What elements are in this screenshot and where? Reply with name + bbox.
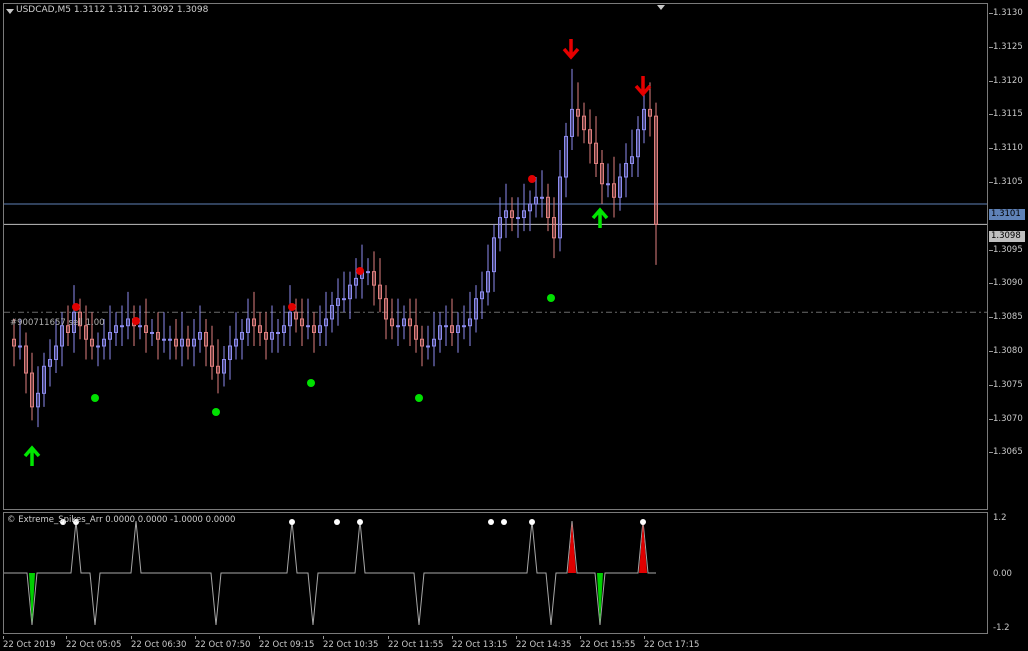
- candle-body: [96, 345, 100, 348]
- indicator-scale[interactable]: 1.2 0.00 -1.2: [989, 512, 1028, 634]
- price-tick-label: 1.3125: [993, 41, 1023, 52]
- symbol-header: USDCAD,M5 1.3112 1.3112 1.3092 1.3098: [16, 5, 209, 15]
- sell-arrow-icon: [634, 76, 652, 97]
- indicator-header: © Extreme_Spikes_Arr 0.0000 0.0000 -1.00…: [7, 515, 236, 525]
- indicator-dot: [529, 519, 535, 525]
- indicator-dot: [640, 519, 646, 525]
- time-tick-mark: [3, 636, 4, 639]
- candle-body: [462, 325, 466, 328]
- indicator-dot: [488, 519, 494, 525]
- buy-dot: [415, 394, 423, 402]
- chart-canvas: [4, 39, 987, 626]
- candle-body: [138, 325, 142, 328]
- candle-body: [162, 338, 166, 341]
- time-tick-mark: [66, 636, 67, 639]
- price-tick-label: 1.3065: [993, 447, 1023, 458]
- price-tick-label: 1.3090: [993, 278, 1023, 289]
- sell-arrow-icon: [562, 39, 580, 60]
- time-tick-mark: [516, 636, 517, 639]
- price-tick-label: 1.3105: [993, 177, 1023, 187]
- buy-dot: [91, 394, 99, 402]
- sell-dot: [288, 303, 296, 311]
- time-label: 22 Oct 15:55: [580, 640, 636, 650]
- price-scale[interactable]: 1.3130 1.3125 1.3120 1.3115 1.3110 1.3105 1.31…: [989, 3, 1028, 510]
- candle-body: [426, 345, 430, 348]
- time-label: 22 Oct 07:50: [195, 640, 251, 650]
- time-tick-mark: [195, 636, 196, 639]
- time-label: 22 Oct 2019: [3, 640, 56, 650]
- price-tick-label: 1.3130: [993, 8, 1023, 18]
- price-tick-label: 1.3120: [993, 75, 1023, 86]
- candle-body: [150, 331, 154, 334]
- price-tick-label: 1.3085: [993, 312, 1023, 323]
- candle-body: [342, 298, 346, 301]
- candle-body: [306, 325, 310, 328]
- time-label: 22 Oct 06:30: [131, 640, 187, 650]
- time-tick-mark: [580, 636, 581, 639]
- chart-shift-marker-icon[interactable]: [657, 5, 665, 10]
- price-tick-label: 1.3070: [993, 413, 1023, 424]
- indicator-line: [4, 520, 656, 626]
- candle-body: [276, 331, 280, 334]
- time-label: 22 Oct 17:15: [644, 640, 700, 650]
- time-tick-mark: [323, 636, 324, 639]
- indicator-tick-label: -1.2: [993, 623, 1010, 633]
- candle-body: [120, 325, 124, 328]
- time-label: 22 Oct 14:35: [516, 640, 572, 650]
- candle-body: [516, 217, 520, 220]
- indicator-dot: [357, 519, 363, 525]
- time-tick-mark: [644, 636, 645, 639]
- price-tick-label: 1.3080: [993, 346, 1023, 356]
- time-label: 22 Oct 11:55: [388, 640, 444, 650]
- candle-body: [540, 196, 544, 199]
- price-tick-label: 1.3110: [993, 143, 1023, 154]
- price-tick-label: 1.3075: [993, 379, 1023, 390]
- candle-body: [606, 183, 610, 186]
- sell-dot: [356, 267, 364, 275]
- order-label: #900711657 sell 1.00: [10, 318, 105, 328]
- time-tick-mark: [452, 636, 453, 639]
- highlight-price-label: 1.3101: [989, 209, 1025, 220]
- indicator-tick-label: 1.2: [993, 513, 1007, 523]
- collapse-triangle-icon[interactable]: [6, 9, 14, 14]
- candle-body: [168, 338, 172, 341]
- indicator-dot: [289, 519, 295, 525]
- candle-body: [444, 325, 448, 328]
- time-label: 22 Oct 10:35: [323, 640, 379, 650]
- sell-dot: [528, 175, 536, 183]
- time-tick-mark: [388, 636, 389, 639]
- current-price-label: 1.3098: [989, 231, 1025, 242]
- candle-body: [18, 345, 22, 348]
- buy-arrow-icon: [591, 207, 609, 228]
- time-label: 22 Oct 05:05: [66, 640, 122, 650]
- indicator-dot: [334, 519, 340, 525]
- time-tick-mark: [131, 636, 132, 639]
- time-axis[interactable]: 22 Oct 2019 22 Oct 05:05 22 Oct 06:30 22 Oc…: [0, 636, 990, 651]
- buy-arrow-icon: [23, 445, 41, 466]
- indicator-tick-label: 0.00: [993, 569, 1012, 579]
- sell-dot: [72, 303, 80, 311]
- time-label: 22 Oct 09:15: [259, 640, 315, 650]
- indicator-dot: [501, 519, 507, 525]
- buy-dot: [212, 408, 220, 416]
- price-tick-label: 1.3095: [993, 244, 1023, 255]
- buy-dot: [307, 379, 315, 387]
- time-label: 22 Oct 13:15: [452, 640, 508, 650]
- price-tick-label: 1.3115: [993, 109, 1023, 120]
- sell-dot: [132, 317, 140, 325]
- candle-body: [396, 325, 400, 328]
- time-tick-mark: [259, 636, 260, 639]
- candle-body: [366, 271, 370, 274]
- buy-dot: [547, 294, 555, 302]
